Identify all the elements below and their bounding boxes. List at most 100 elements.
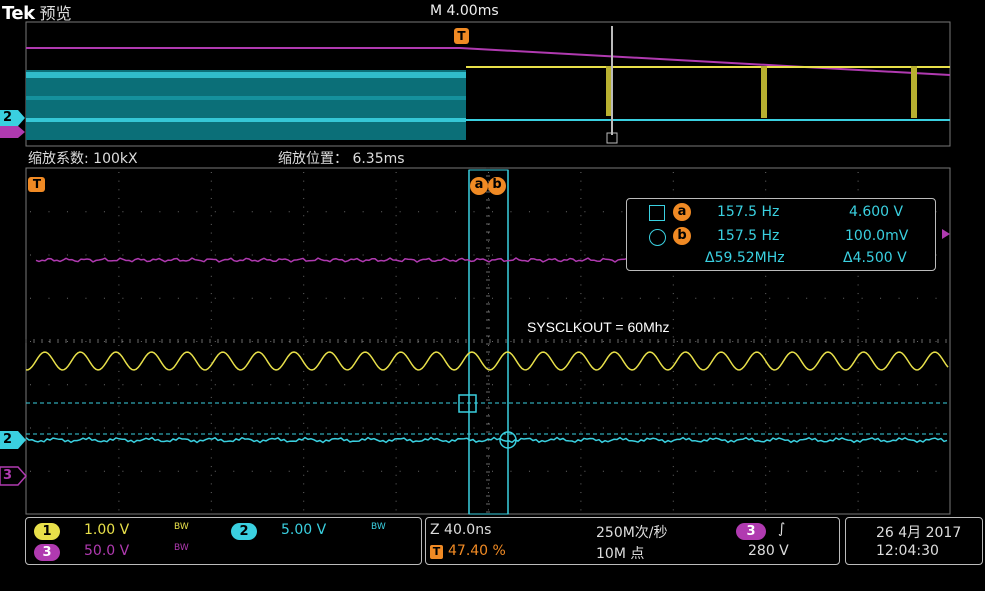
grid-dot xyxy=(395,327,397,329)
grid-dot xyxy=(210,466,212,468)
ch1-badge[interactable]: 1 xyxy=(34,523,60,540)
grid-dot xyxy=(672,405,674,407)
grid-dot xyxy=(118,422,120,424)
ch1-bw-limit: BW xyxy=(174,522,189,532)
trigger-position-percent[interactable]: 47.40 % xyxy=(448,543,506,559)
grid-dot xyxy=(580,336,582,338)
grid-dot xyxy=(210,197,212,199)
grid-dot xyxy=(344,427,346,429)
cursor-b-badge-letter[interactable]: b xyxy=(491,177,503,192)
ch3-badge[interactable]: 3 xyxy=(34,544,60,561)
grid-dot xyxy=(159,211,161,213)
grid-dot xyxy=(580,310,582,312)
grid-dot xyxy=(210,284,212,286)
grid-dot xyxy=(436,341,438,342)
grid-dot xyxy=(488,232,489,234)
grid-dot xyxy=(765,509,767,511)
grid-dot xyxy=(436,427,438,429)
grid-dot xyxy=(325,341,327,342)
grid-dot xyxy=(122,427,124,429)
grid-dot xyxy=(362,254,364,256)
grid-dot xyxy=(48,254,50,256)
grid-dot xyxy=(303,440,305,442)
grid-dot xyxy=(565,384,567,386)
grid-dot xyxy=(806,470,808,472)
trigger-slope-icon[interactable]: ∫ xyxy=(778,521,785,537)
grid-dot xyxy=(210,483,212,485)
grid-dot xyxy=(935,341,937,342)
grid-dot xyxy=(580,492,582,494)
grid-dot xyxy=(210,509,212,511)
grid-dot xyxy=(584,211,586,213)
grid-dot xyxy=(917,297,919,299)
grid-dot xyxy=(118,370,120,372)
grid-dot xyxy=(381,341,383,342)
grid-dot xyxy=(455,211,457,213)
grid-dot xyxy=(118,414,120,416)
grid-dot xyxy=(118,197,120,199)
grid-dot xyxy=(303,232,305,234)
ch3-ground-label: 3 xyxy=(3,468,13,483)
trigger-level[interactable]: 280 V xyxy=(748,543,789,559)
grid-dot xyxy=(765,319,767,321)
channel-settings-panel[interactable]: 1 1.00 V BW 2 5.00 V BW 3 50.0 V BW xyxy=(25,517,422,565)
grid-dot xyxy=(765,310,767,312)
grid-dot xyxy=(602,470,604,472)
grid-dot xyxy=(488,448,489,450)
grid-dot xyxy=(214,470,216,472)
grid-dot xyxy=(270,384,272,386)
grid-dot xyxy=(765,474,767,476)
ch2-scale[interactable]: 5.00 V xyxy=(281,522,326,538)
grid-dot xyxy=(251,470,253,472)
grid-dot xyxy=(251,297,253,299)
grid-dot xyxy=(303,483,305,485)
grid-dot xyxy=(765,414,767,416)
grid-dot xyxy=(30,211,31,213)
ch2-badge[interactable]: 2 xyxy=(231,523,257,540)
cursor-a-badge-letter[interactable]: a xyxy=(473,177,485,192)
grid-dot xyxy=(857,275,859,277)
horizontal-trigger-panel[interactable]: Z 40.0ns T 47.40 % 250M次/秒 10M 点 3 ∫ 280… xyxy=(425,517,840,565)
grid-dot xyxy=(303,388,305,390)
grid-dot xyxy=(122,211,124,213)
grid-dot xyxy=(898,341,900,342)
ch3-scale[interactable]: 50.0 V xyxy=(84,543,129,559)
grid-dot xyxy=(140,341,142,342)
grid-dot xyxy=(270,254,272,256)
grid-dot xyxy=(580,293,582,295)
grid-dot xyxy=(584,470,586,472)
grid-dot xyxy=(580,457,582,459)
cursor-readout-panel[interactable]: a 157.5 Hz 4.600 V b 157.5 Hz 100.0mV Δ5… xyxy=(626,198,936,271)
grid-dot xyxy=(565,341,567,342)
grid-dot xyxy=(122,341,124,342)
grid-dot xyxy=(769,297,771,299)
grid-dot xyxy=(303,267,305,269)
record-length[interactable]: 10M 点 xyxy=(596,543,644,563)
grid-dot xyxy=(30,254,31,256)
grid-dot xyxy=(303,197,305,199)
grid-dot xyxy=(488,483,489,485)
grid-dot xyxy=(103,254,105,256)
grid-dot xyxy=(857,431,859,433)
grid-dot xyxy=(488,457,489,459)
grid-dot xyxy=(85,297,87,299)
grid-dot xyxy=(159,297,161,299)
grid-dot xyxy=(48,427,50,429)
cursor-b-icon: b xyxy=(673,227,691,245)
grid-dot xyxy=(118,362,120,364)
grid-dot xyxy=(488,180,489,182)
ch1-scale[interactable]: 1.00 V xyxy=(84,522,129,538)
grid-dot xyxy=(455,297,457,299)
grid-dot xyxy=(395,172,397,173)
grid-dot xyxy=(103,384,105,386)
zoom-timebase[interactable]: Z 40.0ns xyxy=(430,522,491,538)
grid-dot xyxy=(510,341,512,342)
grid-dot xyxy=(787,297,789,299)
grid-dot xyxy=(765,275,767,277)
grid-dot xyxy=(621,254,623,256)
trigger-source-badge[interactable]: 3 xyxy=(736,523,766,540)
grid-dot xyxy=(510,384,512,386)
grid-dot xyxy=(765,353,767,355)
grid-dot xyxy=(676,470,678,472)
grid-dot xyxy=(857,379,859,381)
